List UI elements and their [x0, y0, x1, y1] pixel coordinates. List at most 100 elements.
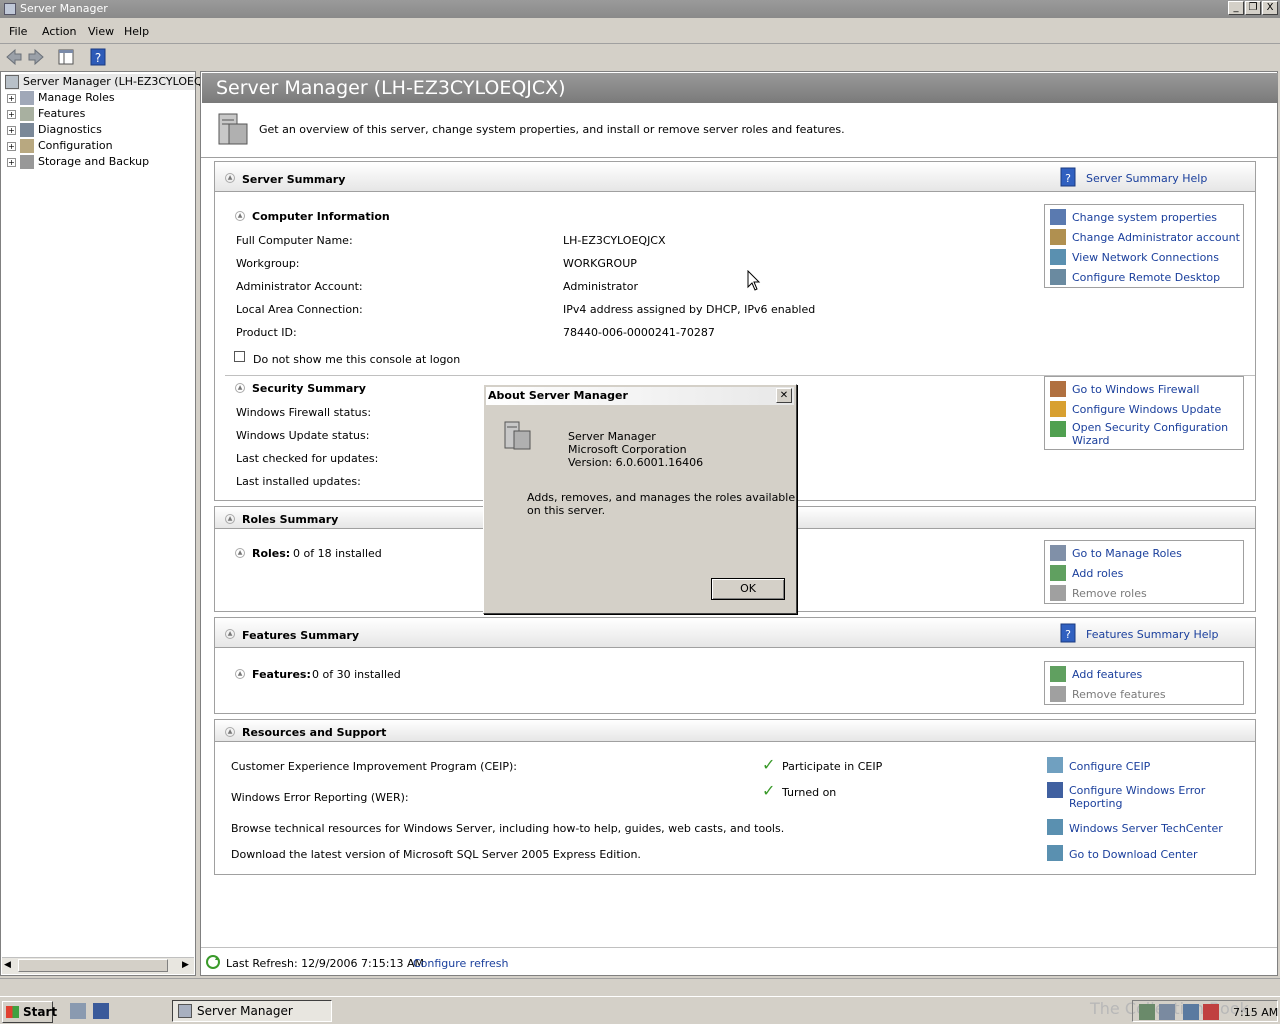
scroll-right-icon[interactable]: ▶	[182, 960, 189, 970]
show-hide-console-tree-icon[interactable]	[56, 47, 76, 67]
go-to-windows-firewall-link[interactable]: Go to Windows Firewall	[1072, 383, 1199, 396]
go-to-download-center-link[interactable]: Go to Download Center	[1069, 848, 1198, 861]
network-connections-icon	[1050, 249, 1066, 265]
add-roles-link[interactable]: Add roles	[1072, 567, 1123, 580]
configure-windows-error-reporting-link-line2[interactable]: Reporting	[1069, 797, 1122, 810]
start-button[interactable]: Start	[2, 1001, 57, 1023]
dialog-title-bar: About Server Manager ✕	[486, 387, 794, 405]
help-icon[interactable]: ?	[88, 47, 108, 67]
remove-features-icon	[1050, 686, 1066, 702]
dialog-product-name: Server Manager	[568, 430, 656, 443]
menu-view[interactable]: View	[88, 25, 114, 38]
collapse-icon[interactable]: ▲	[225, 629, 235, 639]
view-network-connections-link[interactable]: View Network Connections	[1072, 251, 1219, 264]
change-administrator-account-link[interactable]: Change Administrator account	[1072, 231, 1240, 244]
remove-features-link[interactable]: Remove features	[1072, 688, 1166, 701]
server-summary-help-link[interactable]: Server Summary Help	[1086, 172, 1207, 185]
collapse-icon[interactable]: ▲	[235, 383, 245, 393]
info-label: Product ID:	[236, 326, 297, 339]
volume-tray-icon[interactable]	[1203, 1004, 1219, 1020]
start-label: Start	[23, 1005, 58, 1019]
configure-remote-desktop-link[interactable]: Configure Remote Desktop	[1072, 271, 1220, 284]
restore-button[interactable]: ❐	[1245, 1, 1261, 15]
expand-icon[interactable]: +	[7, 93, 16, 103]
dialog-close-button[interactable]: ✕	[776, 388, 792, 403]
features-summary-header: ▲ Features Summary ? Features Summary He…	[215, 618, 1255, 648]
features-label: Features:	[252, 668, 311, 681]
collapse-icon[interactable]: ▲	[235, 548, 245, 558]
tree-item-configuration[interactable]: + Configuration	[7, 138, 113, 154]
tree-item-features[interactable]: + Features	[7, 106, 85, 122]
windows-server-techcenter-link[interactable]: Windows Server TechCenter	[1069, 822, 1223, 835]
tree-item-diagnostics[interactable]: + Diagnostics	[7, 122, 102, 138]
techcenter-label: Browse technical resources for Windows S…	[231, 822, 785, 835]
error-reporting-icon	[1047, 782, 1063, 798]
collapse-icon[interactable]: ▲	[235, 669, 245, 679]
storage-icon	[20, 155, 34, 169]
refresh-icon[interactable]	[205, 954, 221, 970]
roles-label: Roles:	[252, 547, 291, 560]
add-features-link[interactable]: Add features	[1072, 668, 1142, 681]
server-icon	[5, 75, 19, 89]
scroll-left-icon[interactable]: ◀	[4, 960, 11, 970]
quick-launch-desktop-icon[interactable]	[93, 1003, 109, 1019]
change-system-properties-link[interactable]: Change system properties	[1072, 211, 1217, 224]
main-header: Server Manager (LH-EZ3CYLOEQJCX)	[202, 73, 1278, 103]
info-value: WORKGROUP	[563, 257, 637, 270]
expand-icon[interactable]: +	[7, 125, 16, 135]
taskbar-item-server-manager[interactable]: Server Manager	[172, 1000, 332, 1022]
collapse-icon[interactable]: ▲	[225, 173, 235, 183]
configure-windows-error-reporting-link[interactable]: Configure Windows Error	[1069, 784, 1205, 797]
collapse-icon[interactable]: ▲	[225, 727, 235, 737]
dialog-description-line1: Adds, removes, and manages the roles ava…	[527, 491, 796, 504]
collapse-icon[interactable]: ▲	[225, 514, 235, 524]
checkmark-icon: ✓	[762, 755, 776, 774]
features-summary-help-link[interactable]: Features Summary Help	[1086, 628, 1219, 641]
collapse-icon[interactable]: ▲	[235, 211, 245, 221]
roles-tasks-box: Go to Manage Roles Add roles Remove role…	[1044, 540, 1244, 604]
tree-horizontal-scrollbar[interactable]: ◀ ▶	[2, 957, 194, 974]
open-security-configuration-wizard-link[interactable]: Open Security Configuration	[1072, 421, 1228, 434]
svg-text:?: ?	[1065, 628, 1071, 641]
menu-action[interactable]: Action	[42, 25, 76, 38]
tree-root-label: Server Manager (LH-EZ3CYLOEQJC	[23, 75, 214, 88]
security-wizard-icon	[1050, 421, 1066, 437]
tree-root-server-manager[interactable]: Server Manager (LH-EZ3CYLOEQJC	[5, 74, 214, 90]
quick-launch-server-manager-icon[interactable]	[70, 1003, 86, 1019]
tray-icon[interactable]	[1159, 1004, 1175, 1020]
status-bar	[0, 978, 1280, 996]
expand-icon[interactable]: +	[7, 157, 16, 167]
features-tasks-box: Add features Remove features	[1044, 661, 1244, 705]
network-tray-icon[interactable]	[1183, 1004, 1199, 1020]
configure-refresh-link[interactable]: Configure refresh	[413, 957, 508, 970]
scrollbar-thumb[interactable]	[18, 959, 168, 972]
download-label: Download the latest version of Microsoft…	[231, 848, 641, 861]
expand-icon[interactable]: +	[7, 109, 16, 119]
tray-icon[interactable]	[1139, 1004, 1155, 1020]
do-not-show-checkbox[interactable]	[234, 351, 245, 362]
go-to-manage-roles-link[interactable]: Go to Manage Roles	[1072, 547, 1182, 560]
close-button[interactable]: X	[1262, 1, 1278, 15]
back-icon[interactable]	[4, 47, 24, 67]
info-label: Workgroup:	[236, 257, 300, 270]
expand-icon[interactable]: +	[7, 141, 16, 151]
menu-help[interactable]: Help	[124, 25, 149, 38]
tree-item-manage-roles[interactable]: + Manage Roles	[7, 90, 115, 106]
features-count: 0 of 30 installed	[312, 668, 401, 681]
open-security-configuration-wizard-link-line2[interactable]: Wizard	[1072, 434, 1110, 447]
tree-item-storage-and-backup[interactable]: + Storage and Backup	[7, 154, 149, 170]
ok-button[interactable]: OK	[711, 578, 785, 600]
forward-icon[interactable]	[26, 47, 46, 67]
diagnostics-icon	[20, 123, 34, 137]
computer-information-title: Computer Information	[252, 210, 390, 223]
configure-windows-update-link[interactable]: Configure Windows Update	[1072, 403, 1221, 416]
configure-ceip-link[interactable]: Configure CEIP	[1069, 760, 1150, 773]
security-label: Last installed updates:	[236, 475, 361, 488]
dialog-company: Microsoft Corporation	[568, 443, 687, 456]
remove-roles-link[interactable]: Remove roles	[1072, 587, 1147, 600]
features-icon	[20, 107, 34, 121]
minimize-button[interactable]: _	[1228, 1, 1244, 15]
clock[interactable]: 7:15 AM	[1233, 1006, 1278, 1019]
add-features-icon	[1050, 666, 1066, 682]
menu-file[interactable]: File	[9, 25, 27, 38]
